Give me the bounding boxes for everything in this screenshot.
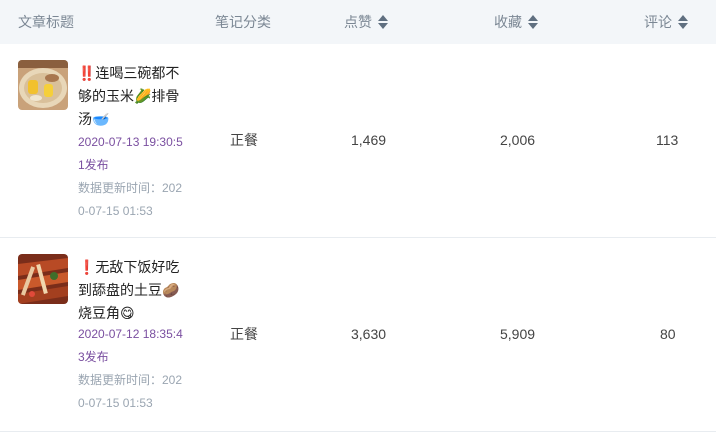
table-row: ❗无敌下饭好吃到舔盘的土豆🥔烧豆角😋 2020-07-12 18:35:43发布… — [0, 238, 716, 432]
article-title[interactable]: ❗无敌下饭好吃到舔盘的土豆🥔烧豆角😋 — [78, 256, 188, 325]
article-thumbnail[interactable] — [18, 254, 68, 304]
column-category-label: 笔记分类 — [215, 14, 271, 30]
category-cell: 正餐 — [230, 326, 258, 342]
column-comments-label: 评论 — [644, 14, 672, 30]
column-favorites-label: 收藏 — [494, 14, 522, 30]
favorites-cell: 5,909 — [500, 326, 536, 342]
column-header-comments[interactable]: 评论 — [644, 0, 688, 44]
column-header-category: 笔记分类 — [215, 0, 271, 44]
column-title-label: 文章标题 — [18, 14, 74, 30]
comments-cell: 80 — [660, 326, 676, 342]
likes-cell: 1,469 — [351, 132, 387, 148]
publish-time: 2020-07-12 18:35:43发布 — [78, 327, 183, 364]
column-header-likes[interactable]: 点赞 — [344, 0, 388, 44]
sort-caret-icon[interactable] — [378, 15, 388, 29]
table-row: ‼️连喝三碗都不够的玉米🌽排骨汤🥣 2020-07-13 19:30:51发布 … — [0, 44, 716, 238]
column-likes-label: 点赞 — [344, 14, 372, 30]
article-thumbnail[interactable] — [18, 60, 68, 110]
sort-caret-icon[interactable] — [528, 15, 538, 29]
category-cell: 正餐 — [230, 132, 258, 148]
article-title[interactable]: ‼️连喝三碗都不够的玉米🌽排骨汤🥣 — [78, 62, 188, 131]
update-time: 数据更新时间：2020-07-15 01:53 — [78, 373, 183, 410]
notes-table: 文章标题 笔记分类 点赞 收藏 评论 ‼️连喝三碗都不够的玉米🌽排骨汤🥣 202… — [0, 0, 716, 432]
sort-caret-icon[interactable] — [678, 15, 688, 29]
publish-time: 2020-07-13 19:30:51发布 — [78, 135, 183, 172]
update-time: 数据更新时间：2020-07-15 01:53 — [78, 181, 183, 218]
table-header: 文章标题 笔记分类 点赞 收藏 评论 — [0, 0, 716, 44]
comments-cell: 113 — [656, 132, 679, 148]
column-header-title: 文章标题 — [18, 0, 74, 44]
likes-cell: 3,630 — [351, 326, 387, 342]
column-header-favorites[interactable]: 收藏 — [494, 0, 538, 44]
favorites-cell: 2,006 — [500, 132, 536, 148]
